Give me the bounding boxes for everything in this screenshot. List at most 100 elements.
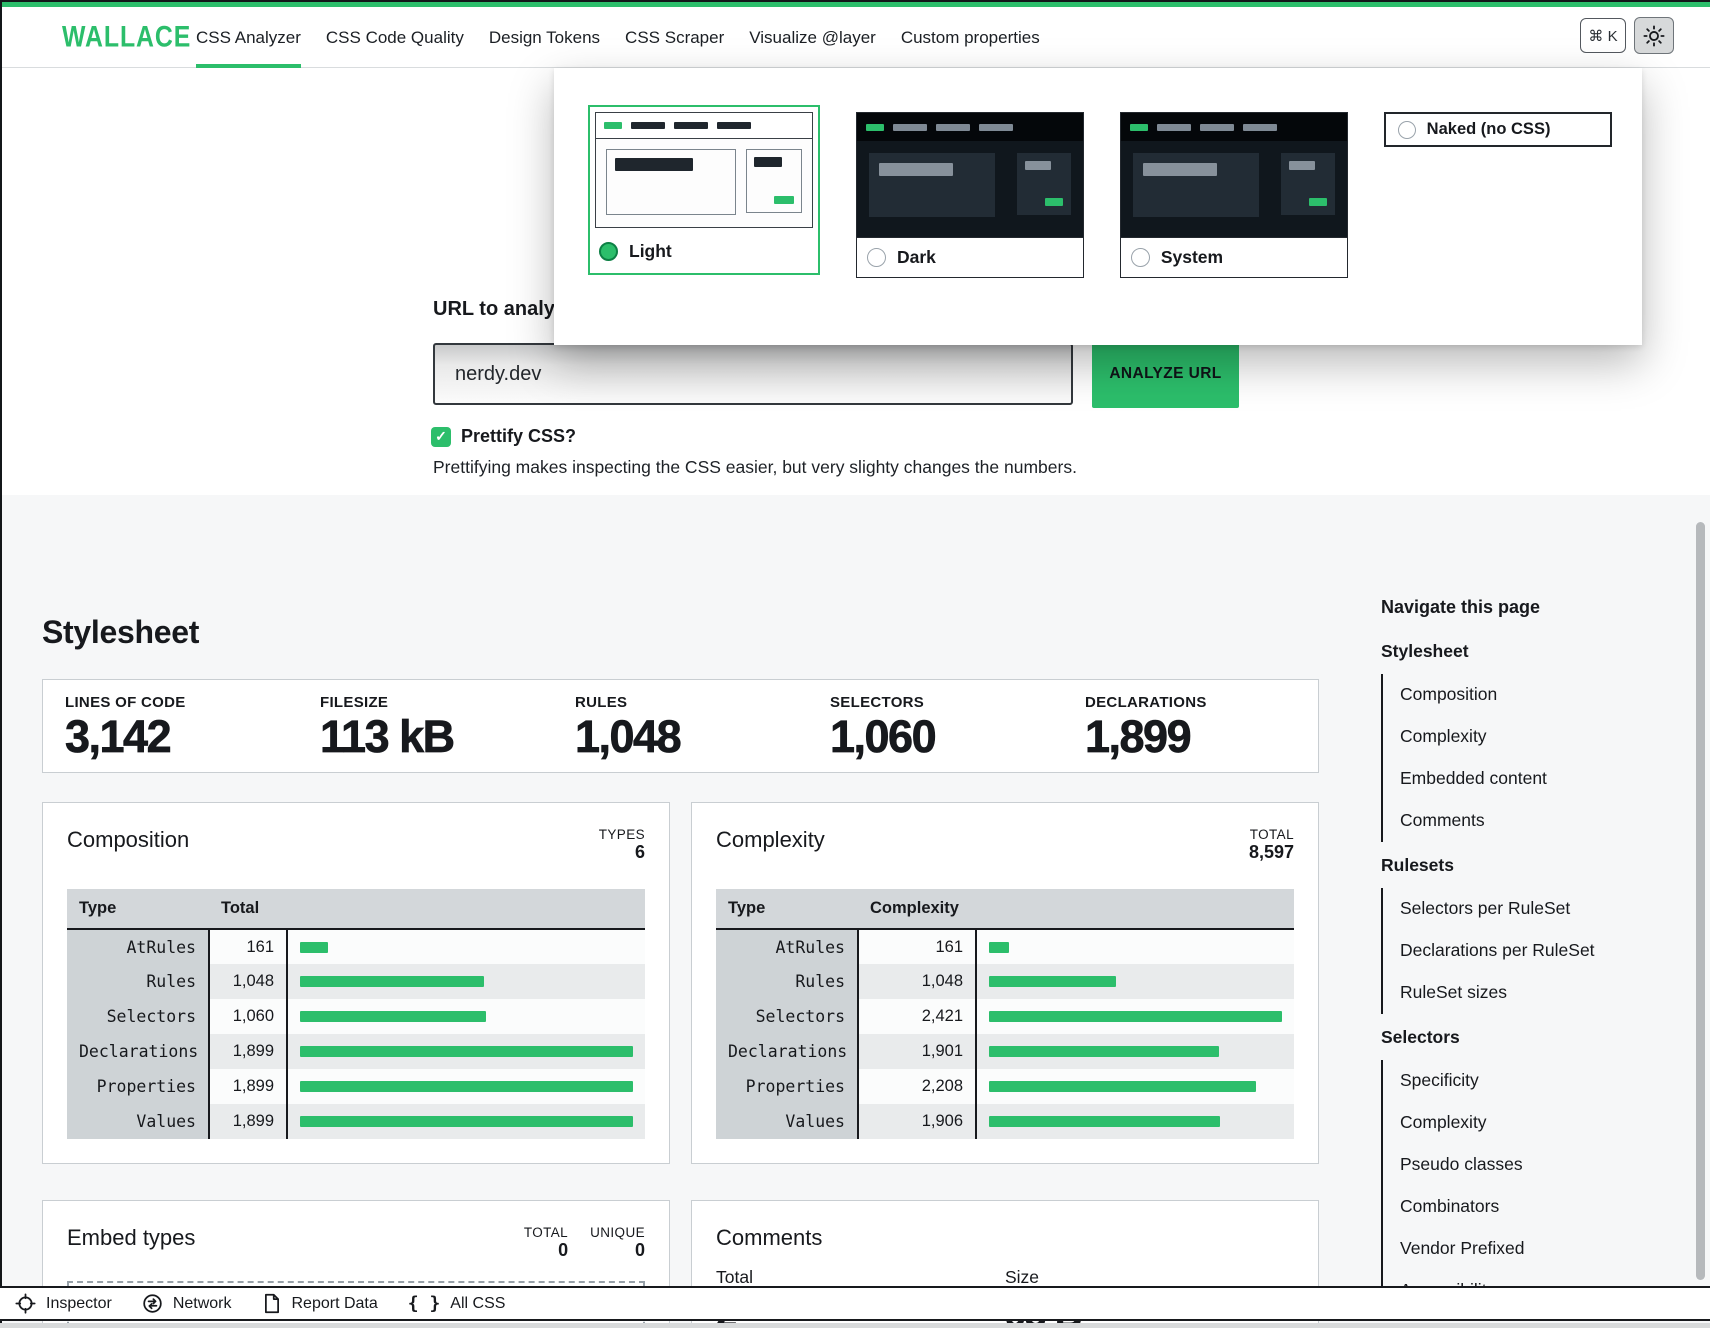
report-section: Stylesheet LINES OF CODE 3,142 FILESIZE …: [2, 495, 1710, 1328]
stat-selectors: SELECTORS 1,060: [808, 694, 1063, 759]
statusbar-inspector[interactable]: Inspector: [15, 1293, 112, 1314]
toc-section-rulesets: Rulesets: [1381, 855, 1562, 876]
theme-label-dark: Dark: [897, 247, 936, 268]
composition-types-meta: TYPES 6: [599, 827, 645, 863]
table-row: Selectors2,421: [716, 999, 1294, 1034]
toc-title: Navigate this page: [1381, 597, 1562, 618]
vertical-scrollbar[interactable]: [1696, 522, 1705, 1280]
toc-link-declarations-per-ruleset[interactable]: Declarations per RuleSet: [1400, 930, 1562, 972]
command-palette-button[interactable]: ⌘ K: [1580, 18, 1626, 53]
embed-unique-meta: UNIQUE 0: [590, 1225, 645, 1261]
value-bar: [989, 1116, 1220, 1127]
toc-link-composition[interactable]: Composition: [1400, 674, 1562, 716]
value-bar: [989, 1011, 1282, 1022]
crosshair-icon: [15, 1293, 36, 1314]
page-toc: Navigate this page Stylesheet Compositio…: [1381, 495, 1562, 1312]
prettify-hint-text: Prettifying makes inspecting the CSS eas…: [433, 457, 1077, 478]
comments-title: Comments: [716, 1225, 822, 1251]
status-bar: Inspector Network Report Data { } All CS…: [0, 1286, 1710, 1321]
table-row: Declarations1,899: [67, 1034, 645, 1069]
statusbar-network[interactable]: Network: [142, 1293, 232, 1314]
radio-dark[interactable]: [867, 248, 886, 267]
value-bar: [300, 976, 484, 987]
toc-link-vendor-prefixed[interactable]: Vendor Prefixed: [1400, 1228, 1562, 1270]
toc-link-embedded-content[interactable]: Embedded content: [1400, 758, 1562, 800]
toc-link-selectors-complexity[interactable]: Complexity: [1400, 1102, 1562, 1144]
theme-label-system: System: [1161, 247, 1223, 268]
page-title: Stylesheet: [42, 614, 1319, 651]
value-bar: [989, 1046, 1219, 1057]
value-bar: [989, 942, 1009, 953]
theme-toggle-button[interactable]: [1634, 17, 1674, 54]
embed-total-meta: TOTAL 0: [524, 1225, 568, 1261]
composition-title: Composition: [67, 827, 189, 853]
nav-visualize-layer[interactable]: Visualize @layer: [749, 7, 876, 68]
table-row: AtRules161: [716, 929, 1294, 964]
table-row: Rules1,048: [716, 964, 1294, 999]
complexity-total-meta: TOTAL 8,597: [1249, 827, 1294, 863]
theme-menu-popup: Light Dark System Nak: [554, 68, 1642, 345]
theme-option-system[interactable]: System: [1120, 112, 1348, 278]
statusbar-report-data[interactable]: Report Data: [262, 1293, 378, 1314]
nav-css-code-quality[interactable]: CSS Code Quality: [326, 7, 464, 68]
statusbar-all-css[interactable]: { } All CSS: [408, 1293, 506, 1314]
sun-icon: [1643, 25, 1665, 47]
embed-types-title: Embed types: [67, 1225, 195, 1251]
system-theme-preview: [1121, 113, 1347, 237]
network-icon: [142, 1293, 163, 1314]
app-logo: WALLACE: [62, 5, 191, 71]
complexity-title: Complexity: [716, 827, 825, 853]
value-bar: [300, 1116, 633, 1127]
radio-system[interactable]: [1131, 248, 1150, 267]
value-bar: [989, 1081, 1256, 1092]
toc-link-specificity[interactable]: Specificity: [1400, 1060, 1562, 1102]
table-row: Properties1,899: [67, 1069, 645, 1104]
theme-option-naked[interactable]: Naked (no CSS): [1384, 112, 1612, 147]
stat-lines-of-code: LINES OF CODE 3,142: [43, 694, 298, 759]
toc-link-comments[interactable]: Comments: [1400, 800, 1562, 842]
complexity-panel: Complexity TOTAL 8,597 Type Complexity: [691, 802, 1319, 1164]
summary-stats-panel: LINES OF CODE 3,142 FILESIZE 113 kB RULE…: [42, 679, 1319, 773]
light-theme-preview: [595, 112, 813, 228]
value-bar: [989, 976, 1116, 987]
toc-section-selectors: Selectors: [1381, 1027, 1562, 1048]
prettify-checkbox[interactable]: ✓: [431, 427, 451, 447]
table-row: Selectors1,060: [67, 999, 645, 1034]
value-bar: [300, 1046, 633, 1057]
app-header: WALLACE CSS Analyzer CSS Code Quality De…: [2, 2, 1710, 68]
analyze-url-button[interactable]: ANALYZE URL: [1092, 340, 1239, 408]
toc-link-selectors-per-ruleset[interactable]: Selectors per RuleSet: [1400, 888, 1562, 930]
composition-panel: Composition TYPES 6 Type Total: [42, 802, 670, 1164]
url-input[interactable]: [433, 343, 1073, 405]
nav-css-analyzer[interactable]: CSS Analyzer: [196, 7, 301, 68]
table-row: Values1,906: [716, 1104, 1294, 1139]
nav-css-scraper[interactable]: CSS Scraper: [625, 7, 724, 68]
radio-light[interactable]: [599, 242, 618, 261]
dark-theme-preview: [857, 113, 1083, 237]
theme-option-light[interactable]: Light: [588, 105, 820, 275]
table-row: Rules1,048: [67, 964, 645, 999]
table-row: AtRules161: [67, 929, 645, 964]
radio-naked[interactable]: [1398, 121, 1416, 139]
toc-section-stylesheet: Stylesheet: [1381, 641, 1562, 662]
prettify-label: Prettify CSS?: [461, 426, 576, 447]
stat-filesize: FILESIZE 113 kB: [298, 694, 553, 759]
toc-link-complexity[interactable]: Complexity: [1400, 716, 1562, 758]
nav-custom-properties[interactable]: Custom properties: [901, 7, 1040, 68]
composition-table: Type Total AtRules161 Rules1,048: [67, 889, 645, 1139]
document-icon: [262, 1293, 282, 1314]
table-row: Declarations1,901: [716, 1034, 1294, 1069]
window-bottom-edge: [0, 1323, 1710, 1328]
stat-declarations: DECLARATIONS 1,899: [1063, 694, 1318, 759]
stat-rules: RULES 1,048: [553, 694, 808, 759]
toc-link-pseudo-classes[interactable]: Pseudo classes: [1400, 1144, 1562, 1186]
braces-icon: { }: [408, 1293, 441, 1314]
toc-link-combinators[interactable]: Combinators: [1400, 1186, 1562, 1228]
table-row: Properties2,208: [716, 1069, 1294, 1104]
toc-link-ruleset-sizes[interactable]: RuleSet sizes: [1400, 972, 1562, 1014]
nav-design-tokens[interactable]: Design Tokens: [489, 7, 600, 68]
value-bar: [300, 1081, 633, 1092]
value-bar: [300, 942, 328, 953]
table-row: Values1,899: [67, 1104, 645, 1139]
theme-option-dark[interactable]: Dark: [856, 112, 1084, 278]
